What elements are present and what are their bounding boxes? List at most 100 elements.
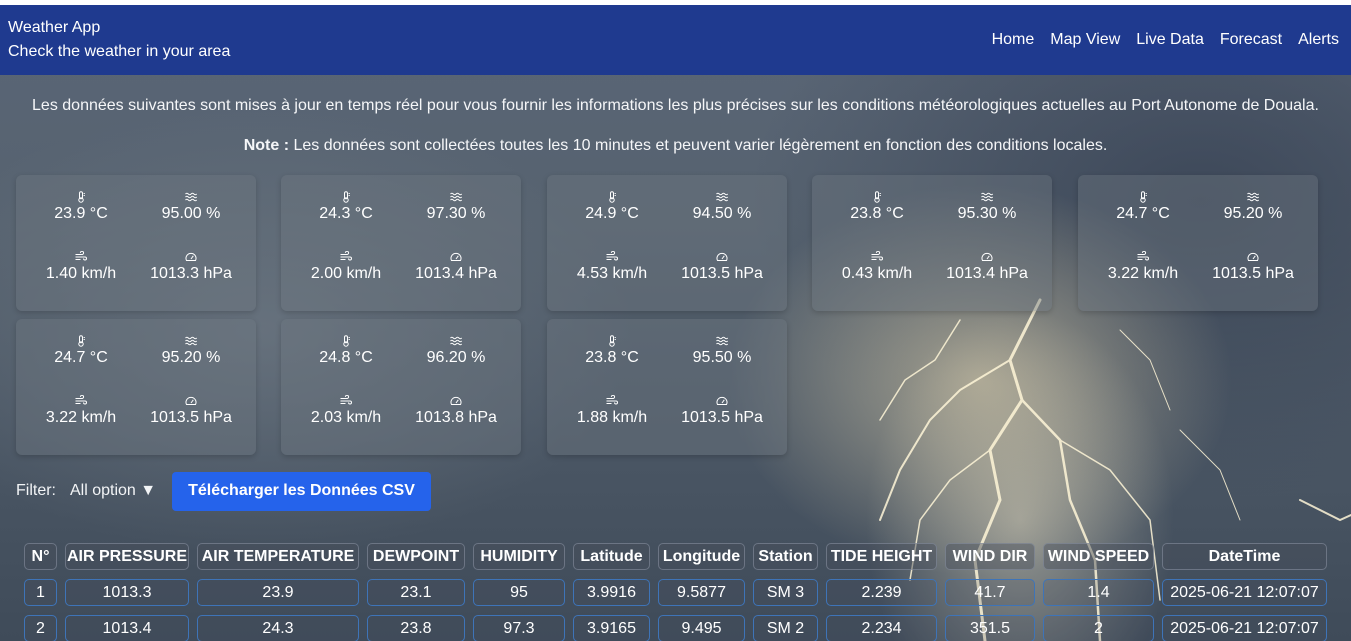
app-subtitle: Check the weather in your area xyxy=(8,43,231,60)
wind-reading: 2.03 km/h xyxy=(291,395,401,427)
weather-card: 24.8 °C 96.20 % 2.03 km/h 1013.8 hPa xyxy=(281,319,521,455)
humidity-reading: 95.30 % xyxy=(932,191,1042,223)
table-header-cell[interactable]: N° xyxy=(24,543,57,570)
thermometer-icon xyxy=(557,335,667,347)
temperature-value: 23.8 °C xyxy=(850,205,904,222)
table-cell: SM 2 xyxy=(753,615,818,641)
table-header-cell[interactable]: DEWPOINT xyxy=(367,543,465,570)
table-cell: 3.9916 xyxy=(573,579,650,606)
gauge-icon xyxy=(401,395,511,407)
gauge-icon xyxy=(667,395,777,407)
temperature-reading: 24.7 °C xyxy=(1088,191,1198,223)
pressure-value: 1013.4 hPa xyxy=(946,265,1028,282)
pressure-reading: 1013.4 hPa xyxy=(401,251,511,283)
nav-map-view[interactable]: Map View xyxy=(1050,31,1120,49)
wind-icon xyxy=(557,395,667,407)
table-cell: 1013.4 xyxy=(65,615,189,641)
pressure-value: 1013.5 hPa xyxy=(150,409,232,426)
gauge-icon xyxy=(401,251,511,263)
humidity-value: 97.30 % xyxy=(426,205,486,222)
humidity-reading: 94.50 % xyxy=(667,191,777,223)
pressure-value: 1013.5 hPa xyxy=(681,409,763,426)
wind-reading: 3.22 km/h xyxy=(1088,251,1198,283)
download-csv-button[interactable]: Télécharger les Données CSV xyxy=(172,471,431,511)
weather-card: 24.7 °C 95.20 % 3.22 km/h 1013.5 hPa xyxy=(1078,175,1318,311)
humidity-reading: 95.20 % xyxy=(1198,191,1308,223)
waves-icon xyxy=(667,335,777,347)
filter-bar: Filter: All option ▼ Télécharger les Don… xyxy=(16,471,431,511)
table-cell: 97.3 xyxy=(473,615,565,641)
table-cell: 2 xyxy=(24,615,57,641)
nav-home[interactable]: Home xyxy=(992,31,1035,49)
wind-value: 1.40 km/h xyxy=(45,265,117,282)
temperature-value: 23.9 °C xyxy=(54,205,108,222)
temperature-value: 24.7 °C xyxy=(1116,205,1170,222)
nav-alerts[interactable]: Alerts xyxy=(1298,31,1339,49)
temperature-value: 24.3 °C xyxy=(319,205,373,222)
humidity-value: 95.00 % xyxy=(161,205,221,222)
nav-live-data[interactable]: Live Data xyxy=(1136,31,1204,49)
pressure-reading: 1013.5 hPa xyxy=(667,395,777,427)
pressure-value: 1013.5 hPa xyxy=(681,265,763,282)
humidity-value: 95.30 % xyxy=(957,205,1017,222)
table-header-cell[interactable]: Longitude xyxy=(658,543,745,570)
humidity-value: 95.20 % xyxy=(161,349,221,366)
table-header-cell[interactable]: WIND DIR xyxy=(945,543,1035,570)
waves-icon xyxy=(932,191,1042,203)
temperature-reading: 24.7 °C xyxy=(26,335,136,367)
weather-card: 24.3 °C 97.30 % 2.00 km/h 1013.4 hPa xyxy=(281,175,521,311)
pressure-reading: 1013.3 hPa xyxy=(136,251,246,283)
gauge-icon xyxy=(932,251,1042,263)
table-cell: 9.5877 xyxy=(658,579,745,606)
temperature-value: 23.8 °C xyxy=(585,349,639,366)
wind-icon xyxy=(822,251,932,263)
thermometer-icon xyxy=(291,335,401,347)
humidity-value: 94.50 % xyxy=(692,205,752,222)
filter-label: Filter: xyxy=(16,482,56,499)
thermometer-icon xyxy=(291,191,401,203)
wind-reading: 1.40 km/h xyxy=(26,251,136,283)
table-header-cell[interactable]: TIDE HEIGHT xyxy=(826,543,937,570)
wind-reading: 0.43 km/h xyxy=(822,251,932,283)
wind-icon xyxy=(26,395,136,407)
wind-value: 2.03 km/h xyxy=(310,409,382,426)
waves-icon xyxy=(136,335,246,347)
table-cell: 2 xyxy=(1043,615,1154,641)
weather-card: 24.9 °C 94.50 % 4.53 km/h 1013.5 hPa xyxy=(547,175,787,311)
wind-value: 3.22 km/h xyxy=(1107,265,1179,282)
wind-icon xyxy=(1088,251,1198,263)
table-header-cell[interactable]: DateTime xyxy=(1162,543,1327,570)
humidity-value: 95.50 % xyxy=(692,349,752,366)
gauge-icon xyxy=(667,251,777,263)
pressure-value: 1013.8 hPa xyxy=(415,409,497,426)
table-header-cell[interactable]: WIND SPEED xyxy=(1043,543,1154,570)
gauge-icon xyxy=(136,251,246,263)
table-cell: 9.495 xyxy=(658,615,745,641)
table-cell: SM 3 xyxy=(753,579,818,606)
table-cell: 1 xyxy=(24,579,57,606)
gauge-icon xyxy=(1198,251,1308,263)
weather-card: 23.8 °C 95.30 % 0.43 km/h 1013.4 hPa xyxy=(812,175,1052,311)
waves-icon xyxy=(667,191,777,203)
brand: Weather App Check the weather in your ar… xyxy=(8,16,230,64)
table-header-cell[interactable]: Station xyxy=(753,543,818,570)
nav-forecast[interactable]: Forecast xyxy=(1220,31,1282,49)
table-header-cell[interactable]: AIR TEMPERATURE xyxy=(197,543,359,570)
wind-value: 3.22 km/h xyxy=(45,409,117,426)
thermometer-icon xyxy=(822,191,932,203)
table-cell: 41.7 xyxy=(945,579,1035,606)
filter-select[interactable]: All option ▼ xyxy=(70,482,156,500)
table-header-cell[interactable]: HUMIDITY xyxy=(473,543,565,570)
app-header: Weather App Check the weather in your ar… xyxy=(0,5,1351,75)
wind-reading: 4.53 km/h xyxy=(557,251,667,283)
wind-icon xyxy=(557,251,667,263)
temperature-reading: 23.8 °C xyxy=(822,191,932,223)
thermometer-icon xyxy=(1088,191,1198,203)
pressure-value: 1013.5 hPa xyxy=(1212,265,1294,282)
pressure-value: 1013.3 hPa xyxy=(150,265,232,282)
wind-icon xyxy=(291,251,401,263)
table-header-cell[interactable]: Latitude xyxy=(573,543,650,570)
table-header-cell[interactable]: AIR PRESSURE xyxy=(65,543,189,570)
waves-icon xyxy=(136,191,246,203)
thermometer-icon xyxy=(557,191,667,203)
